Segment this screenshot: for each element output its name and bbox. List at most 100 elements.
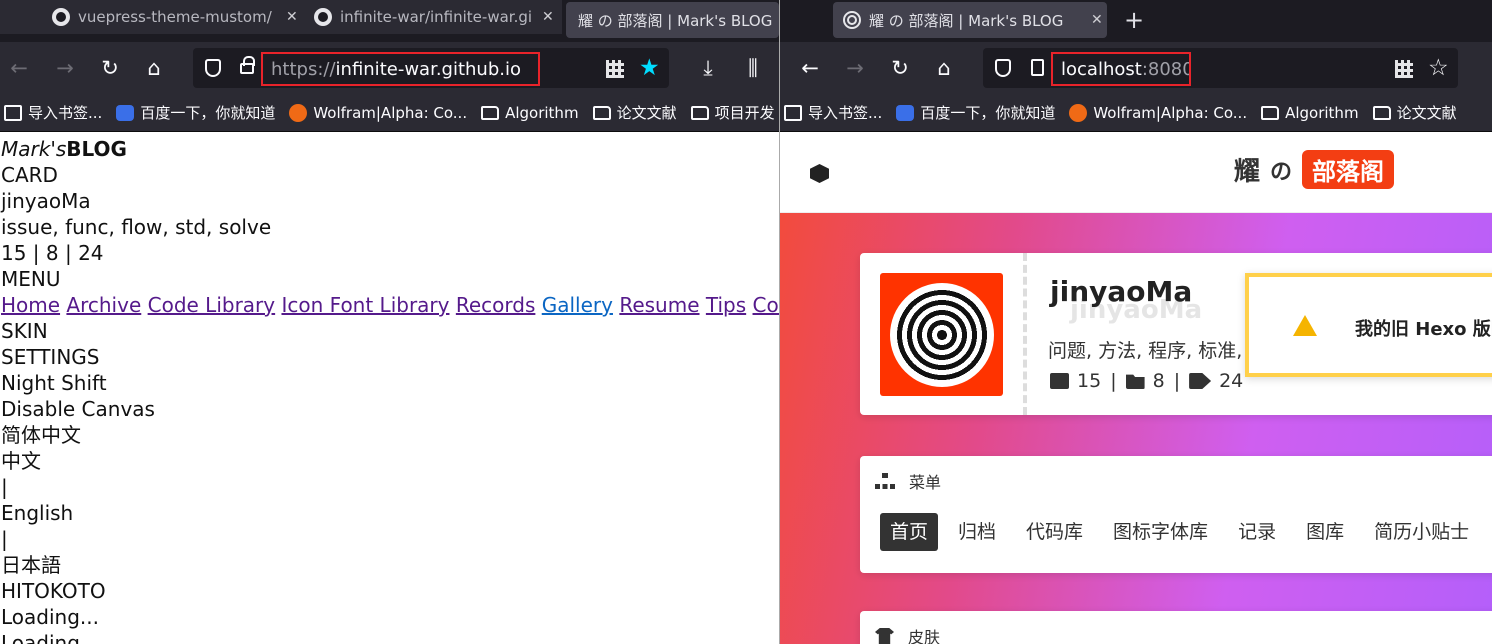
cube-icon[interactable] [810, 164, 829, 183]
menu-item-icon-font-library[interactable]: 图标字体库 [1103, 513, 1218, 551]
tracking-shield-icon[interactable] [995, 59, 1011, 77]
url-text[interactable]: localhost:8080 [1051, 52, 1191, 86]
lock-icon[interactable] [240, 56, 255, 74]
bookmark-import[interactable]: 导入书签... [784, 102, 882, 123]
bookmark-projects[interactable]: 项目开发 [690, 102, 775, 123]
tags-count[interactable]: 24 [1219, 370, 1243, 392]
folder-open-icon [1125, 374, 1145, 389]
profile-card: jinyaoMa jinyaoMa 问题, 方法, 程序, 标准, 解决 15 … [860, 253, 1492, 415]
bookmark-star-icon[interactable]: ☆ [1428, 55, 1449, 81]
link-archive[interactable]: Archive [66, 293, 141, 317]
navigation-toolbar: ← → ↻ ⌂ localhost:8080 ☆ [780, 42, 1492, 94]
notice-text: 我的旧 Hexo 版网站已经 [1355, 319, 1492, 340]
import-icon [784, 104, 802, 121]
archive-icon [1050, 373, 1069, 389]
bookmark-wolfram[interactable]: Wolfram|Alpha: Co... [1069, 103, 1247, 122]
bookmark-algorithm[interactable]: Algorithm [1261, 104, 1359, 122]
warning-icon [1293, 315, 1317, 336]
url-port: :8080 [1141, 58, 1191, 80]
raw-line: issue, func, flow, std, solve [1, 215, 272, 239]
unstyled-page-content: Mark'sBLOG CARD jinyaoMa issue, func, fl… [0, 132, 779, 644]
bookmark-wolfram[interactable]: Wolfram|Alpha: Co... [289, 103, 467, 122]
menu-item-resume-tips[interactable]: 简历小贴士 [1364, 513, 1479, 551]
bookmark-star-icon[interactable]: ★ [639, 55, 660, 81]
sitemap-icon [875, 473, 895, 489]
baidu-icon [896, 104, 915, 121]
archives-count[interactable]: 15 [1077, 370, 1101, 392]
bookmark-papers[interactable]: 论文文献 [1372, 102, 1457, 123]
tab-infinite-war-repo[interactable]: infinite-war/infinite-war.gi ✕ [300, 0, 562, 34]
page-icon[interactable] [1031, 59, 1044, 76]
url-host: infinite-war.github.io [335, 58, 521, 80]
folder-icon [1372, 105, 1391, 120]
link-gallery[interactable]: Gallery [542, 293, 613, 317]
hero-background: jinyaoMa jinyaoMa 问题, 方法, 程序, 标准, 解决 15 … [780, 213, 1492, 644]
notice-banner[interactable]: 我的旧 Hexo 版网站已经 [1245, 273, 1492, 377]
bookmark-baidu[interactable]: 百度一下，你就知道 [116, 102, 275, 123]
address-bar[interactable]: localhost:8080 ☆ [983, 48, 1458, 88]
back-arrow-icon[interactable]: ← [6, 56, 32, 80]
reload-icon[interactable]: ↻ [97, 56, 123, 80]
library-icon[interactable]: ⫼ [740, 56, 766, 80]
bookmark-baidu[interactable]: 百度一下，你就知道 [896, 102, 1055, 123]
tab-vuepress-theme[interactable]: vuepress-theme-mustom/ ✕ [0, 0, 300, 34]
categories-count[interactable]: 8 [1153, 370, 1165, 392]
link-home[interactable]: Home [1, 293, 60, 317]
tab-marks-blog[interactable]: 耀 の 部落阁 | Mark's BLOG ✕ [833, 2, 1107, 38]
site-title[interactable]: 耀 の 部落阁 [1234, 150, 1395, 189]
site-favicon-icon [843, 11, 861, 29]
reload-icon[interactable]: ↻ [887, 56, 913, 80]
url-text[interactable]: https://infinite-war.github.io [261, 52, 540, 86]
dashed-divider [1023, 253, 1027, 415]
link-resume[interactable]: Resume [619, 293, 699, 317]
brand[interactable]: Mark'sBLOG [1, 136, 779, 162]
back-arrow-icon[interactable]: ← [797, 56, 823, 80]
stats-row: 15 | 8 | 24 [1050, 370, 1243, 392]
menu-items: 首页 归档 代码库 图标字体库 记录 图库 简历小贴士 [880, 513, 1489, 551]
qr-code-icon[interactable] [1395, 60, 1413, 78]
menu-item-archive[interactable]: 归档 [948, 513, 1006, 551]
download-icon[interactable]: ⤓ [695, 56, 721, 80]
avatar[interactable] [880, 273, 1003, 396]
link-cover[interactable]: Cover [753, 293, 779, 317]
close-tab-icon[interactable]: ✕ [542, 9, 554, 25]
import-icon [4, 104, 22, 121]
forward-arrow-icon[interactable]: → [52, 56, 78, 80]
tab-title: infinite-war/infinite-war.gi [340, 8, 533, 26]
qr-code-icon[interactable] [606, 60, 624, 78]
forward-arrow-icon[interactable]: → [842, 56, 868, 80]
bookmark-papers[interactable]: 论文文献 [592, 102, 677, 123]
disable-canvas-option[interactable]: Disable Canvas [1, 396, 779, 422]
language-option-ja[interactable]: 日本語 [1, 552, 779, 578]
bookmark-import[interactable]: 导入书签... [4, 102, 102, 123]
menu-item-code-library[interactable]: 代码库 [1016, 513, 1093, 551]
home-icon[interactable]: ⌂ [141, 56, 167, 80]
menu-item-gallery[interactable]: 图库 [1296, 513, 1354, 551]
tab-title: 耀 の 部落阁 | Mark's BLOG [869, 11, 1064, 30]
tracking-shield-icon[interactable] [205, 59, 221, 77]
new-tab-icon[interactable]: + [1124, 6, 1144, 34]
tab-marks-blog[interactable]: 耀 の 部落阁 | Mark's BLOG [566, 2, 779, 38]
night-shift-option[interactable]: Night Shift [1, 370, 779, 396]
link-tips[interactable]: Tips [706, 293, 746, 317]
bookmark-algorithm[interactable]: Algorithm [481, 104, 579, 122]
github-icon [52, 8, 70, 26]
close-tab-icon[interactable]: ✕ [1091, 12, 1103, 28]
home-icon[interactable]: ⌂ [931, 56, 957, 80]
address-bar[interactable]: https://infinite-war.github.io ★ [193, 48, 669, 88]
folder-icon [592, 105, 611, 120]
language-option-en[interactable]: English [1, 500, 779, 526]
tab-strip: vuepress-theme-mustom/ ✕ infinite-war/in… [0, 0, 779, 42]
url-host: localhost [1061, 58, 1142, 80]
left-browser-window: vuepress-theme-mustom/ ✕ infinite-war/in… [0, 0, 779, 644]
close-tab-icon[interactable]: ✕ [286, 9, 298, 25]
menu-item-records[interactable]: 记录 [1228, 513, 1286, 551]
raw-separator: | [1, 527, 8, 551]
raw-line: 15 | 8 | 24 [1, 241, 104, 265]
shirt-icon [875, 628, 894, 644]
menu-item-home[interactable]: 首页 [880, 513, 939, 551]
link-records[interactable]: Records [456, 293, 536, 317]
language-option-zh[interactable]: 中文 [1, 448, 779, 474]
link-icon-font-library[interactable]: Icon Font Library [281, 293, 449, 317]
link-code-library[interactable]: Code Library [148, 293, 276, 317]
